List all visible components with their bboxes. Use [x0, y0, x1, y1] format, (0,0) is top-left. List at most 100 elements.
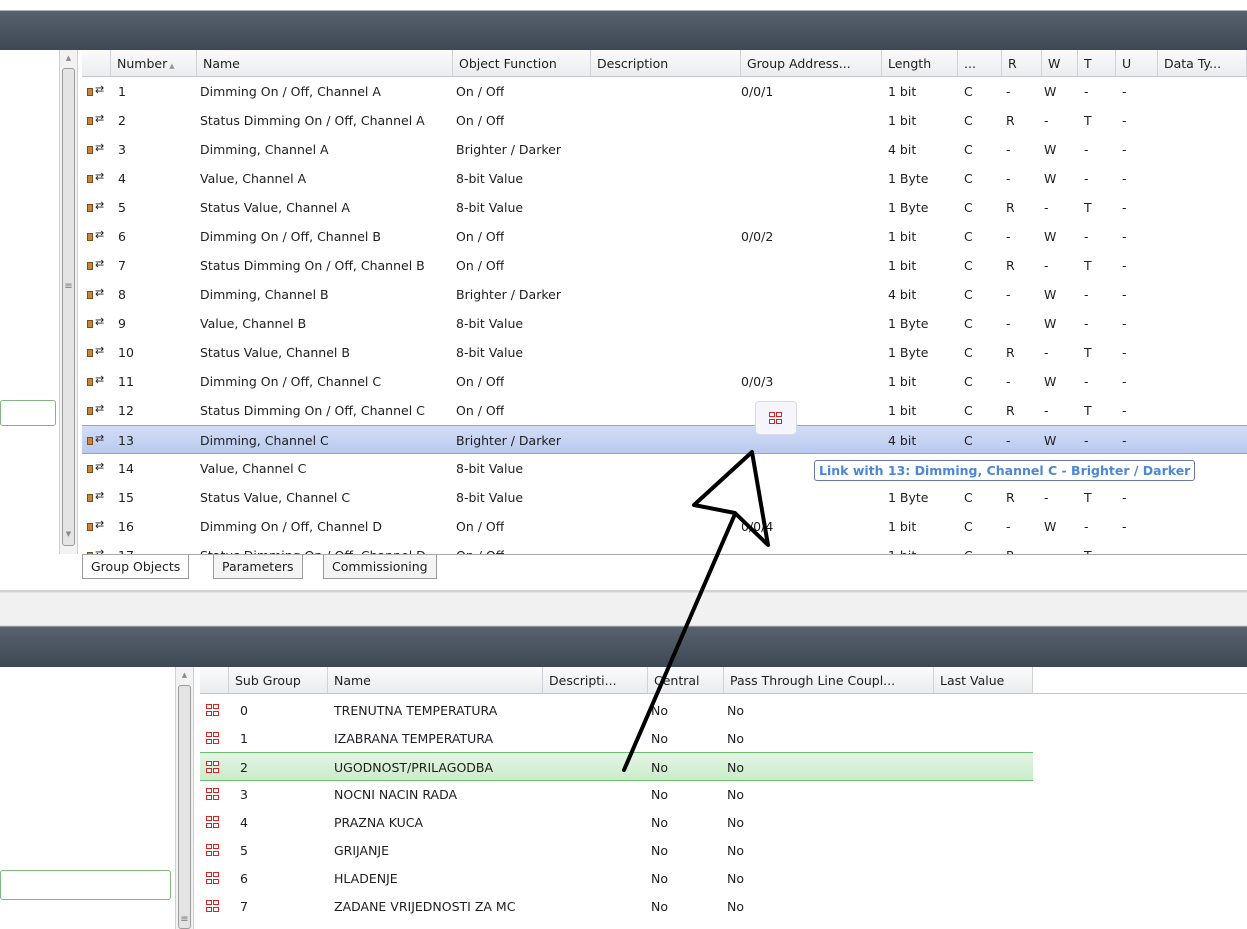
column-header-name[interactable]: Name	[197, 50, 453, 77]
scroll-down-arrow-icon[interactable]: ▼	[60, 528, 77, 540]
cell-name: Dimming On / Off, Channel C	[200, 374, 382, 389]
cell-pass-through: No	[727, 731, 744, 746]
cell-flag-transmit: T	[1084, 541, 1092, 554]
column-header-icon[interactable]	[82, 50, 111, 77]
group-object-row[interactable]: ⇄ 16 Dimming On / Off, Channel D On / Off 0/…	[82, 512, 1247, 541]
bottom-grid-vertical-scrollbar[interactable]: ▲ ≡	[175, 667, 194, 929]
scroll-up-arrow-icon[interactable]: ▲	[176, 669, 193, 681]
cell-flag-write: W	[1044, 316, 1057, 331]
cell-flag-transmit: -	[1084, 171, 1089, 186]
group-object-icon: ⇄	[87, 83, 107, 98]
tab-parameters[interactable]: Parameters	[213, 555, 303, 579]
column-header-pass-through-line-coupler[interactable]: Pass Through Line Coupl...	[724, 667, 934, 694]
cell-group-address: 0/0/2	[741, 229, 774, 244]
cell-central: No	[651, 703, 668, 718]
cell-length: 1 Byte	[888, 345, 929, 360]
column-header-data-type[interactable]: Data Ty...	[1158, 50, 1247, 77]
group-object-row[interactable]: ⇄ 1 Dimming On / Off, Channel A On / Off 0/0…	[82, 77, 1247, 106]
group-address-row[interactable]: 1 IZABRANA TEMPERATURA No No	[200, 724, 1033, 753]
group-object-row[interactable]: ⇄ 6 Dimming On / Off, Channel B On / Off 0/0…	[82, 222, 1247, 251]
column-header-transmit[interactable]: T	[1078, 50, 1116, 77]
cell-flag-read: -	[1006, 316, 1011, 331]
left-pane-field-bottom[interactable]	[0, 870, 171, 900]
cell-name: Value, Channel A	[200, 171, 307, 186]
column-header-number[interactable]: Number ▲	[111, 50, 197, 77]
cell-flag-read: -	[1006, 229, 1011, 244]
group-object-row[interactable]: ⇄ 2 Status Dimming On / Off, Channel A On /…	[82, 106, 1247, 135]
column-header-update[interactable]: U	[1116, 50, 1158, 77]
cell-flag-write: -	[1044, 541, 1049, 554]
header-filler	[1033, 667, 1247, 694]
cell-name: Value, Channel B	[200, 316, 307, 331]
column-header-read[interactable]: R	[1002, 50, 1042, 77]
scroll-up-arrow-icon[interactable]: ▲	[60, 52, 77, 64]
group-object-row[interactable]: ⇄ 10 Status Value, Channel B 8-bit Value 1 B…	[82, 338, 1247, 367]
group-object-row[interactable]: ⇄ 13 Dimming, Channel C Brighter / Darker 4 …	[82, 425, 1247, 454]
cell-flag-read: -	[1006, 84, 1011, 99]
cell-flag-communication: C	[964, 541, 973, 554]
cell-flag-transmit: -	[1084, 519, 1089, 534]
group-object-row[interactable]: ⇄ 8 Dimming, Channel B Brighter / Darker 4 b…	[82, 280, 1247, 309]
cell-flag-read: -	[1006, 433, 1011, 448]
group-object-row[interactable]: ⇄ 11 Dimming On / Off, Channel C On / Off 0/…	[82, 367, 1247, 396]
group-object-row[interactable]: ⇄ 7 Status Dimming On / Off, Channel B On /…	[82, 251, 1247, 280]
cell-pass-through: No	[727, 871, 744, 886]
group-object-icon: ⇄	[87, 489, 107, 504]
group-address-row[interactable]: 7 ZADANE VRIJEDNOSTI ZA MC No No	[200, 892, 1033, 921]
column-header-length[interactable]: Length	[882, 50, 958, 77]
cell-flag-read: -	[1006, 142, 1011, 157]
column-header-icon[interactable]	[200, 667, 229, 694]
column-header-label: Group Address...	[747, 56, 851, 71]
group-address-row[interactable]: 3 NOCNI NACIN RADA No No	[200, 780, 1033, 809]
group-object-row[interactable]: ⇄ 12 Status Dimming On / Off, Channel C On …	[82, 396, 1247, 425]
group-object-row[interactable]: ⇄ 9 Value, Channel B 8-bit Value 1 Byte C - W - -	[82, 309, 1247, 338]
cell-flag-transmit: -	[1084, 229, 1089, 244]
group-object-row[interactable]: ⇄ 15 Status Value, Channel C 8-bit Value 1 B…	[82, 483, 1247, 512]
group-address-row[interactable]: 6 HLADENJE No No	[200, 864, 1033, 893]
group-object-row[interactable]: ⇄17Status Dimming On / Off, Channel DOn …	[82, 541, 1247, 554]
group-object-icon: ⇄	[87, 315, 107, 330]
column-header-flags-c[interactable]: ...	[958, 50, 1002, 77]
cell-flag-communication: C	[964, 258, 973, 273]
cell-flag-write: -	[1044, 258, 1049, 273]
cell-group-address: 0/0/3	[741, 374, 774, 389]
cell-flag-transmit: T	[1084, 403, 1092, 418]
group-address-row[interactable]: 0 TRENUTNA TEMPERATURA No No	[200, 696, 1033, 725]
cell-number: 15	[118, 490, 134, 505]
group-object-row[interactable]: ⇄ 5 Status Value, Channel A 8-bit Value 1 By…	[82, 193, 1247, 222]
upper-panel-header-bar	[0, 0, 1247, 50]
column-header-sub-group[interactable]: Sub Group	[229, 667, 328, 694]
tab-group-objects[interactable]: Group Objects	[82, 555, 190, 579]
column-header-central[interactable]: Central	[648, 667, 724, 694]
group-address-row[interactable]: 5 GRIJANJE No No	[200, 836, 1033, 865]
top-grid-vertical-scrollbar[interactable]: ▲ ≡ ▼	[59, 50, 78, 554]
cell-central: No	[651, 731, 668, 746]
scroll-thumb[interactable]	[62, 68, 75, 546]
group-object-row[interactable]: ⇄ 3 Dimming, Channel A Brighter / Darker 4 b…	[82, 135, 1247, 164]
scroll-grip-icon: ≡	[64, 281, 73, 292]
group-object-row[interactable]: ⇄ 4 Value, Channel A 8-bit Value 1 Byte C - W - -	[82, 164, 1247, 193]
column-header-write[interactable]: W	[1042, 50, 1078, 77]
column-header-name[interactable]: Name	[328, 667, 543, 694]
column-header-description[interactable]: Descripti...	[543, 667, 648, 694]
column-header-group-address[interactable]: Group Address...	[741, 50, 882, 77]
cell-flag-write: W	[1044, 519, 1057, 534]
tab-label: Parameters	[222, 559, 294, 574]
tab-commissioning[interactable]: Commissioning	[323, 555, 437, 579]
column-header-last-value[interactable]: Last Value	[934, 667, 1033, 694]
group-address-row[interactable]: 4 PRAZNA KUCA No No	[200, 808, 1033, 837]
cell-object-function: On / Off	[456, 84, 505, 99]
group-object-icon: ⇄	[87, 373, 107, 388]
cell-name: Status Value, Channel C	[200, 490, 351, 505]
cell-flag-write: W	[1044, 229, 1057, 244]
group-address-row[interactable]: 2 UGODNOST/PRILAGODBA No No	[200, 752, 1033, 781]
cell-flag-read: R	[1006, 113, 1015, 128]
left-pane-field-top[interactable]	[0, 400, 56, 426]
group-address-icon	[206, 872, 220, 885]
scroll-thumb[interactable]	[178, 685, 191, 929]
column-header-description[interactable]: Description	[591, 50, 741, 77]
cell-flag-read: R	[1006, 403, 1015, 418]
cell-number: 7	[118, 258, 126, 273]
column-header-object-function[interactable]: Object Function	[453, 50, 591, 77]
cell-flag-transmit: -	[1084, 374, 1089, 389]
